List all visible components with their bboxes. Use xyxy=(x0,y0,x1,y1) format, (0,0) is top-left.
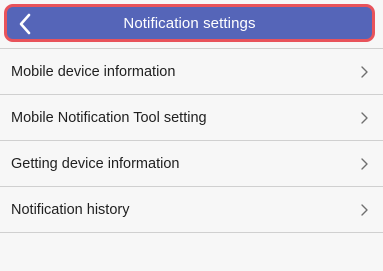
chevron-right-icon xyxy=(361,203,368,216)
page-title: Notification settings xyxy=(123,14,256,32)
menu-item-label: Getting device information xyxy=(11,155,180,172)
menu-item-mobile-device-information[interactable]: Mobile device information xyxy=(0,48,383,95)
chevron-right-icon xyxy=(361,157,368,170)
menu-item-label: Notification history xyxy=(11,201,130,218)
menu-item-label: Mobile Notification Tool setting xyxy=(11,109,207,126)
menu-item-label: Mobile device information xyxy=(11,63,176,80)
chevron-right-icon xyxy=(361,111,368,124)
settings-menu-list: Mobile device information Mobile Notific… xyxy=(0,48,383,233)
header: Notification settings xyxy=(0,0,383,48)
notification-settings-screen: Notification settings Mobile device info… xyxy=(0,0,383,271)
chevron-right-icon xyxy=(361,65,368,78)
menu-item-mobile-notification-tool-setting[interactable]: Mobile Notification Tool setting xyxy=(0,95,383,141)
menu-item-notification-history[interactable]: Notification history xyxy=(0,187,383,233)
menu-item-getting-device-information[interactable]: Getting device information xyxy=(0,141,383,187)
header-bar: Notification settings xyxy=(4,4,375,42)
chevron-left-icon xyxy=(19,13,31,35)
back-button[interactable] xyxy=(11,9,39,39)
